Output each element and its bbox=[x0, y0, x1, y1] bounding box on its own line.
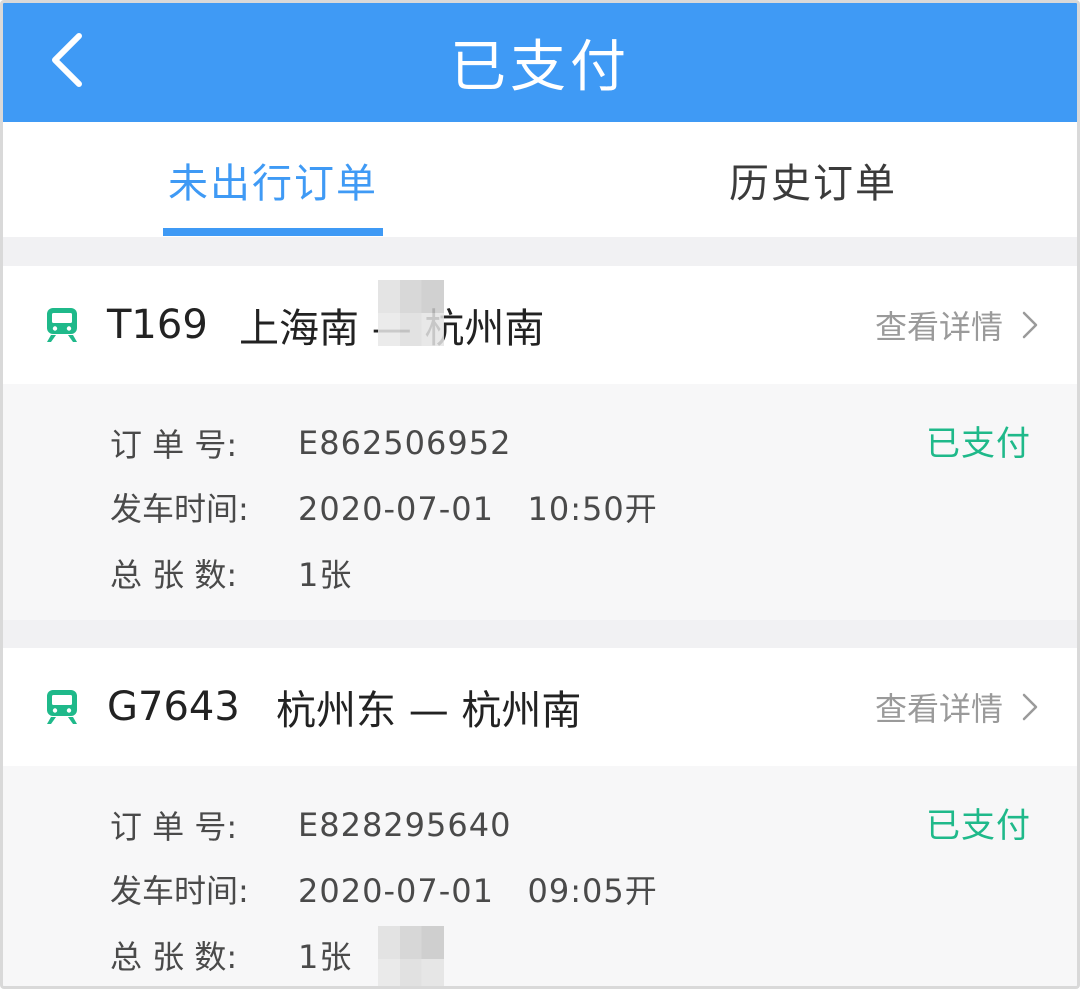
view-details-link[interactable]: 查看详情 bbox=[875, 302, 1039, 348]
departure-time: 2020-07-01 10:50开 bbox=[298, 490, 658, 528]
tab-upcoming-orders[interactable]: 未出行订单 bbox=[143, 122, 403, 237]
chevron-right-icon bbox=[1022, 311, 1038, 339]
order-card-body: 已支付 订 单 号: E828295640 发车时间: 2020-07-01 0… bbox=[3, 766, 1077, 986]
departure-label: 发车时间: bbox=[110, 490, 249, 528]
order-card: T169 上海南 — 杭州南 查看详情 已支付 订 单 号: E86250695… bbox=[3, 266, 1077, 620]
ticket-count-label: 总 张 数: bbox=[110, 556, 238, 594]
order-card-body: 已支付 订 单 号: E862506952 发车时间: 2020-07-01 1… bbox=[3, 280, 1077, 620]
view-details-link[interactable]: 查看详情 bbox=[875, 684, 1039, 730]
route: 杭州东 — 杭州南 bbox=[276, 688, 582, 734]
view-details-label: 查看详情 bbox=[874, 308, 1003, 346]
active-tab-indicator bbox=[163, 228, 383, 236]
view-details-label: 查看详情 bbox=[874, 690, 1003, 728]
ticket-count-label: 总 张 数: bbox=[110, 938, 238, 976]
ticket-count-row: 总 张 数: 1张 bbox=[110, 932, 352, 978]
ticket-count: 1张 bbox=[298, 938, 353, 976]
order-card-header[interactable]: T169 上海南 — 杭州南 查看详情 bbox=[3, 266, 1077, 384]
blurred-passenger-name bbox=[378, 280, 444, 346]
order-card-header[interactable]: G7643 杭州东 — 杭州南 查看详情 bbox=[3, 648, 1077, 766]
departure-time: 2020-07-01 09:05开 bbox=[298, 872, 658, 910]
order-number-label: 订 单 号: bbox=[110, 426, 238, 464]
nav-header: 已支付 bbox=[3, 3, 1077, 122]
order-number: E828295640 bbox=[298, 806, 512, 844]
page-title: 已支付 bbox=[450, 35, 630, 100]
train-number: T169 bbox=[107, 302, 208, 348]
train-icon bbox=[47, 308, 77, 342]
payment-status: 已支付 bbox=[926, 424, 1031, 464]
payment-status: 已支付 bbox=[926, 806, 1031, 846]
departure-row: 发车时间: 2020-07-01 10:50开 bbox=[110, 484, 658, 530]
chevron-right-icon bbox=[1022, 693, 1038, 721]
app-frame: 已支付 未出行订单 历史订单 T169 上海南 — 杭州南 查看详情 bbox=[0, 0, 1080, 989]
train-icon bbox=[47, 690, 77, 724]
ticket-count-row: 总 张 数: 1张 bbox=[110, 550, 352, 596]
order-number-row: 订 单 号: E828295640 bbox=[110, 802, 511, 848]
chevron-left-icon bbox=[52, 33, 82, 87]
back-button[interactable] bbox=[37, 25, 97, 95]
departure-row: 发车时间: 2020-07-01 09:05开 bbox=[110, 866, 658, 912]
departure-label: 发车时间: bbox=[110, 872, 249, 910]
tab-history-orders[interactable]: 历史订单 bbox=[683, 122, 943, 237]
train-number: G7643 bbox=[107, 684, 240, 730]
ticket-count: 1张 bbox=[298, 556, 353, 594]
order-number: E862506952 bbox=[298, 424, 512, 462]
tab-bar: 未出行订单 历史订单 bbox=[3, 122, 1077, 237]
order-number-label: 订 单 号: bbox=[110, 808, 238, 846]
blurred-passenger-name bbox=[378, 926, 444, 986]
order-number-row: 订 单 号: E862506952 bbox=[110, 420, 511, 466]
order-card: G7643 杭州东 — 杭州南 查看详情 已支付 订 单 号: E8282956… bbox=[3, 648, 1077, 986]
